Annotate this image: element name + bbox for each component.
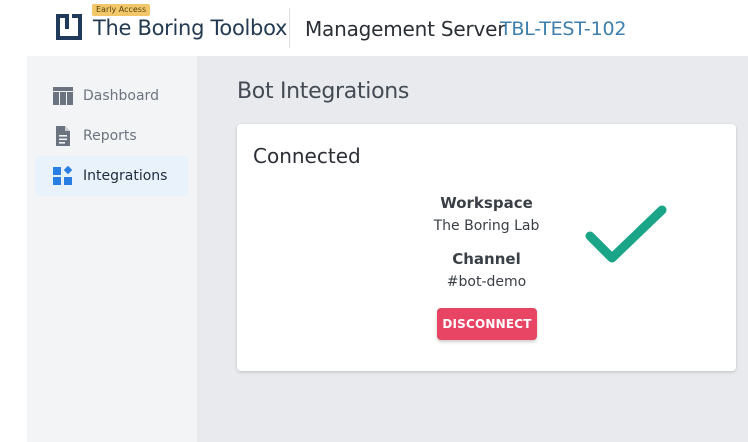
sidebar-item-reports[interactable]: Reports (35, 116, 188, 156)
header-divider (289, 8, 290, 48)
sidebar-item-label: Integrations (83, 168, 168, 184)
page-title: Bot Integrations (237, 79, 410, 104)
sidebar-item-dashboard[interactable]: Dashboard (35, 76, 188, 116)
top-header: Early Access The Boring Toolbox Manageme… (0, 0, 748, 56)
server-id: TBL-TEST-102 (500, 18, 627, 40)
left-gutter (0, 56, 27, 442)
brand-name[interactable]: The Boring Toolbox (93, 16, 287, 40)
checkmark-icon (585, 205, 667, 263)
app-window: Early Access The Boring Toolbox Manageme… (0, 0, 748, 442)
sidebar-item-label: Dashboard (83, 88, 159, 104)
toolbox-logo-icon[interactable] (56, 14, 82, 40)
sidebar: Dashboard Reports Integrations (27, 56, 197, 442)
sidebar-item-label: Reports (83, 128, 137, 144)
channel-value: #bot-demo (446, 274, 527, 290)
disconnect-button[interactable]: DISCONNECT (437, 308, 537, 340)
integrations-icon (53, 166, 73, 185)
main-content: Bot Integrations Connected Workspace The… (197, 56, 748, 442)
connection-status: Connected (253, 144, 361, 168)
early-access-badge: Early Access (92, 4, 151, 16)
server-title: Management Server (305, 17, 506, 41)
dashboard-icon (53, 87, 73, 105)
integration-card: Connected Workspace The Boring Lab Chann… (237, 124, 736, 371)
sidebar-item-integrations[interactable]: Integrations (35, 156, 188, 196)
document-icon (56, 126, 70, 146)
